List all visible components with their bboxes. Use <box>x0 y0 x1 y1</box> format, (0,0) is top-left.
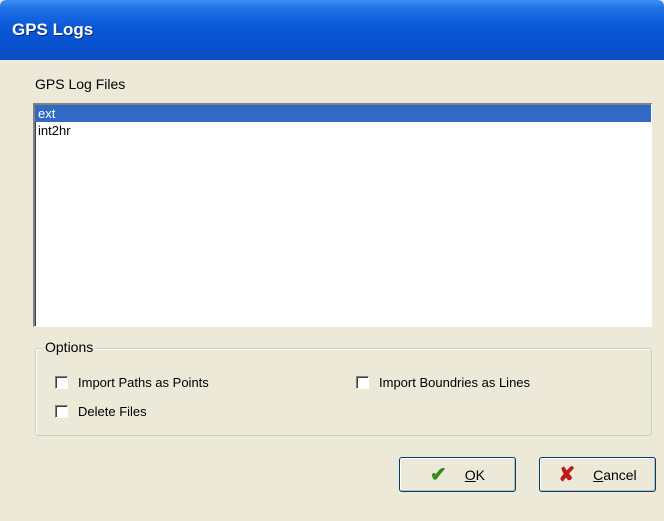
title-bar[interactable]: GPS Logs <box>0 0 664 60</box>
ok-accelerator: O <box>464 466 476 483</box>
import-paths-checkbox[interactable] <box>55 376 68 389</box>
cancel-label-rest: ancel <box>603 466 637 483</box>
list-item[interactable]: int2hr <box>35 122 651 139</box>
cancel-button[interactable]: ✘ Cancel <box>539 457 656 492</box>
checkmark-icon: ✔ <box>430 463 447 486</box>
import-paths-option[interactable]: Import Paths as Points <box>55 375 209 390</box>
import-boundries-checkbox[interactable] <box>356 376 369 389</box>
window-title: GPS Logs <box>12 20 94 39</box>
import-boundries-option[interactable]: Import Boundries as Lines <box>356 375 530 390</box>
ok-button-label: OK <box>465 467 485 483</box>
options-group <box>35 348 652 436</box>
cancel-button-label: Cancel <box>593 467 637 483</box>
list-item[interactable]: ext <box>35 105 651 122</box>
x-icon: ✘ <box>558 463 576 486</box>
delete-files-checkbox[interactable] <box>55 405 68 418</box>
log-files-label: GPS Log Files <box>35 76 126 92</box>
ok-label-rest: K <box>475 466 485 483</box>
log-files-listbox[interactable]: ext int2hr <box>33 103 652 327</box>
options-legend: Options <box>42 339 97 355</box>
import-boundries-label: Import Boundries as Lines <box>379 375 531 390</box>
ok-button[interactable]: ✔ OK <box>399 457 516 492</box>
cancel-accelerator: C <box>593 466 604 483</box>
delete-files-label: Delete Files <box>78 404 147 419</box>
gps-logs-dialog: GPS Logs GPS Log Files ext int2hr Option… <box>0 0 664 521</box>
import-paths-label: Import Paths as Points <box>78 375 209 390</box>
delete-files-option[interactable]: Delete Files <box>55 404 147 419</box>
